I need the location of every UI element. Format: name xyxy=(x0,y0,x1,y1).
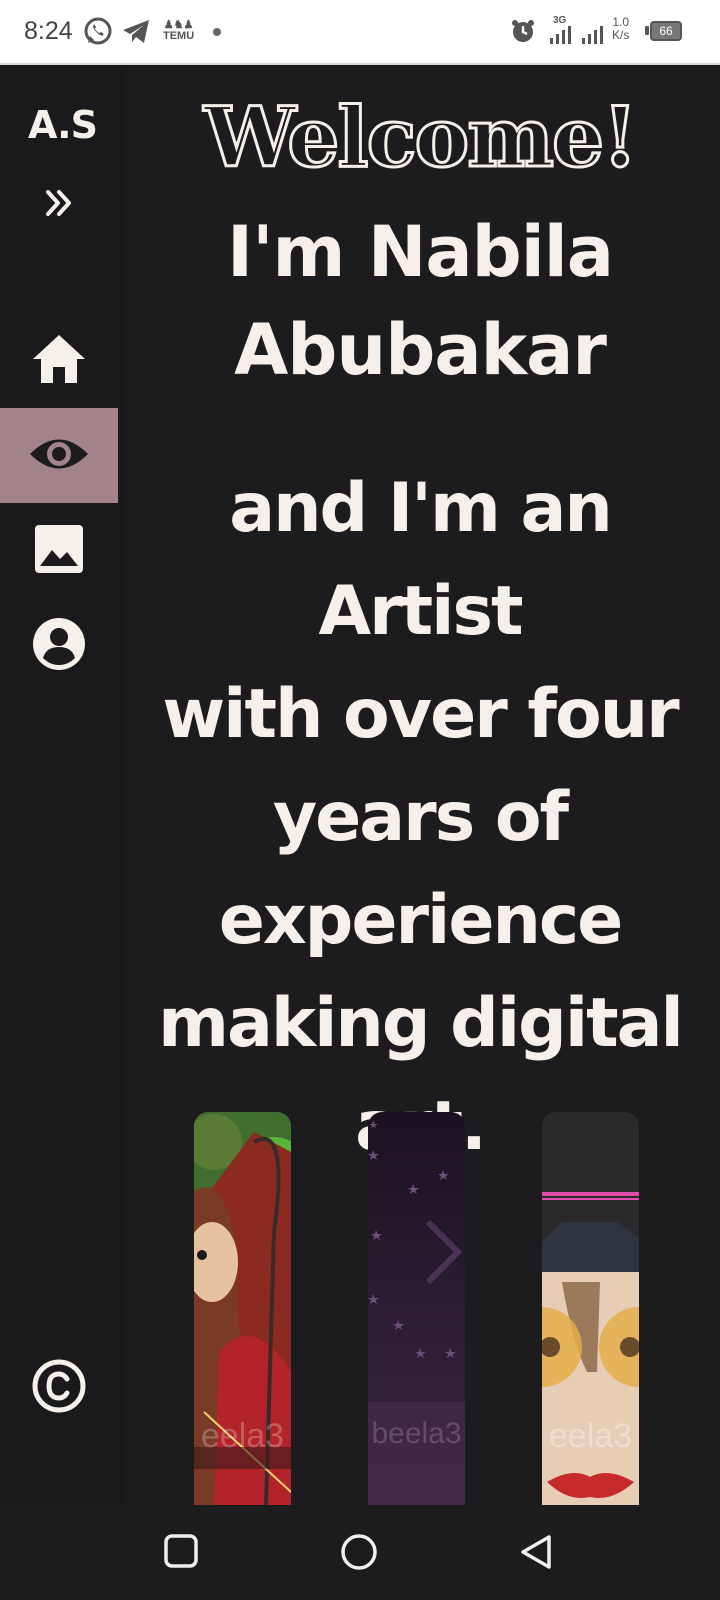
home-icon xyxy=(31,333,87,389)
about-line: years of xyxy=(272,778,569,857)
sidebar-item-view[interactable] xyxy=(0,408,118,503)
battery-icon: 66 xyxy=(650,21,682,41)
status-time: 8:24 xyxy=(24,17,73,45)
network-type: 3G xyxy=(553,15,567,26)
name-line-1: I'm Nabila xyxy=(227,211,614,293)
artist-name: I'm Nabila Abubakar xyxy=(125,203,715,399)
about-line: making digital xyxy=(158,984,684,1063)
copyright-button[interactable] xyxy=(0,1340,118,1435)
sidebar-item-profile[interactable] xyxy=(0,598,118,693)
network-speed-unit: K/s xyxy=(612,28,630,42)
home-circle-icon xyxy=(341,1534,377,1570)
temu-notification: ♟♞♟ TEMU xyxy=(163,20,194,42)
back-triangle-icon xyxy=(521,1535,551,1569)
battery-nub xyxy=(645,26,649,35)
image-icon xyxy=(34,524,84,578)
gallery-card-stars[interactable]: beela3 xyxy=(368,1112,465,1505)
home-button[interactable] xyxy=(340,1533,378,1575)
about-line: experience xyxy=(218,881,624,960)
whatsapp-icon xyxy=(82,15,114,51)
site-logo[interactable]: A.S xyxy=(0,103,125,147)
about-line: with over four xyxy=(162,675,679,754)
alarm-icon xyxy=(510,18,536,48)
gallery-card-portrait[interactable]: eela3 xyxy=(542,1112,639,1505)
telegram-icon xyxy=(120,15,152,51)
eye-icon xyxy=(28,433,90,479)
about-line: and I'm an Artist xyxy=(229,469,613,651)
double-chevron-right-icon xyxy=(42,186,76,224)
status-bar: 8:24 ♟♞♟ TEMU 3G 1.0 K/s 66 xyxy=(0,0,720,65)
sidebar-item-gallery[interactable] xyxy=(0,503,118,598)
gallery-card-archer[interactable]: eela3 xyxy=(194,1112,291,1505)
about-text: and I'm an Artist with over four years o… xyxy=(125,457,715,1178)
watermark-text: beela3 xyxy=(371,1417,462,1450)
sidebar: A.S xyxy=(0,65,125,1505)
watermark-text: eela3 xyxy=(200,1417,285,1455)
temu-label: TEMU xyxy=(163,30,195,42)
system-navigation-bar xyxy=(0,1505,720,1600)
recents-button[interactable] xyxy=(163,1533,199,1573)
signal-strength-icon-1 xyxy=(548,26,576,48)
sidebar-item-home[interactable] xyxy=(0,313,118,408)
notification-dot xyxy=(213,28,221,36)
welcome-heading: Welcome! xyxy=(202,89,639,188)
name-line-2: Abubakar xyxy=(234,309,607,391)
network-speed: 1.0 K/s xyxy=(612,16,629,42)
account-icon xyxy=(32,617,86,675)
recents-square-icon xyxy=(164,1534,198,1568)
signal-strength-icon-2 xyxy=(580,26,608,48)
back-button[interactable] xyxy=(518,1533,554,1575)
main-content: Welcome! I'm Nabila Abubakar and I'm an … xyxy=(125,65,720,1505)
watermark-text: eela3 xyxy=(548,1417,633,1455)
expand-sidebar-button[interactable] xyxy=(0,160,118,250)
copyright-icon xyxy=(31,1358,87,1418)
